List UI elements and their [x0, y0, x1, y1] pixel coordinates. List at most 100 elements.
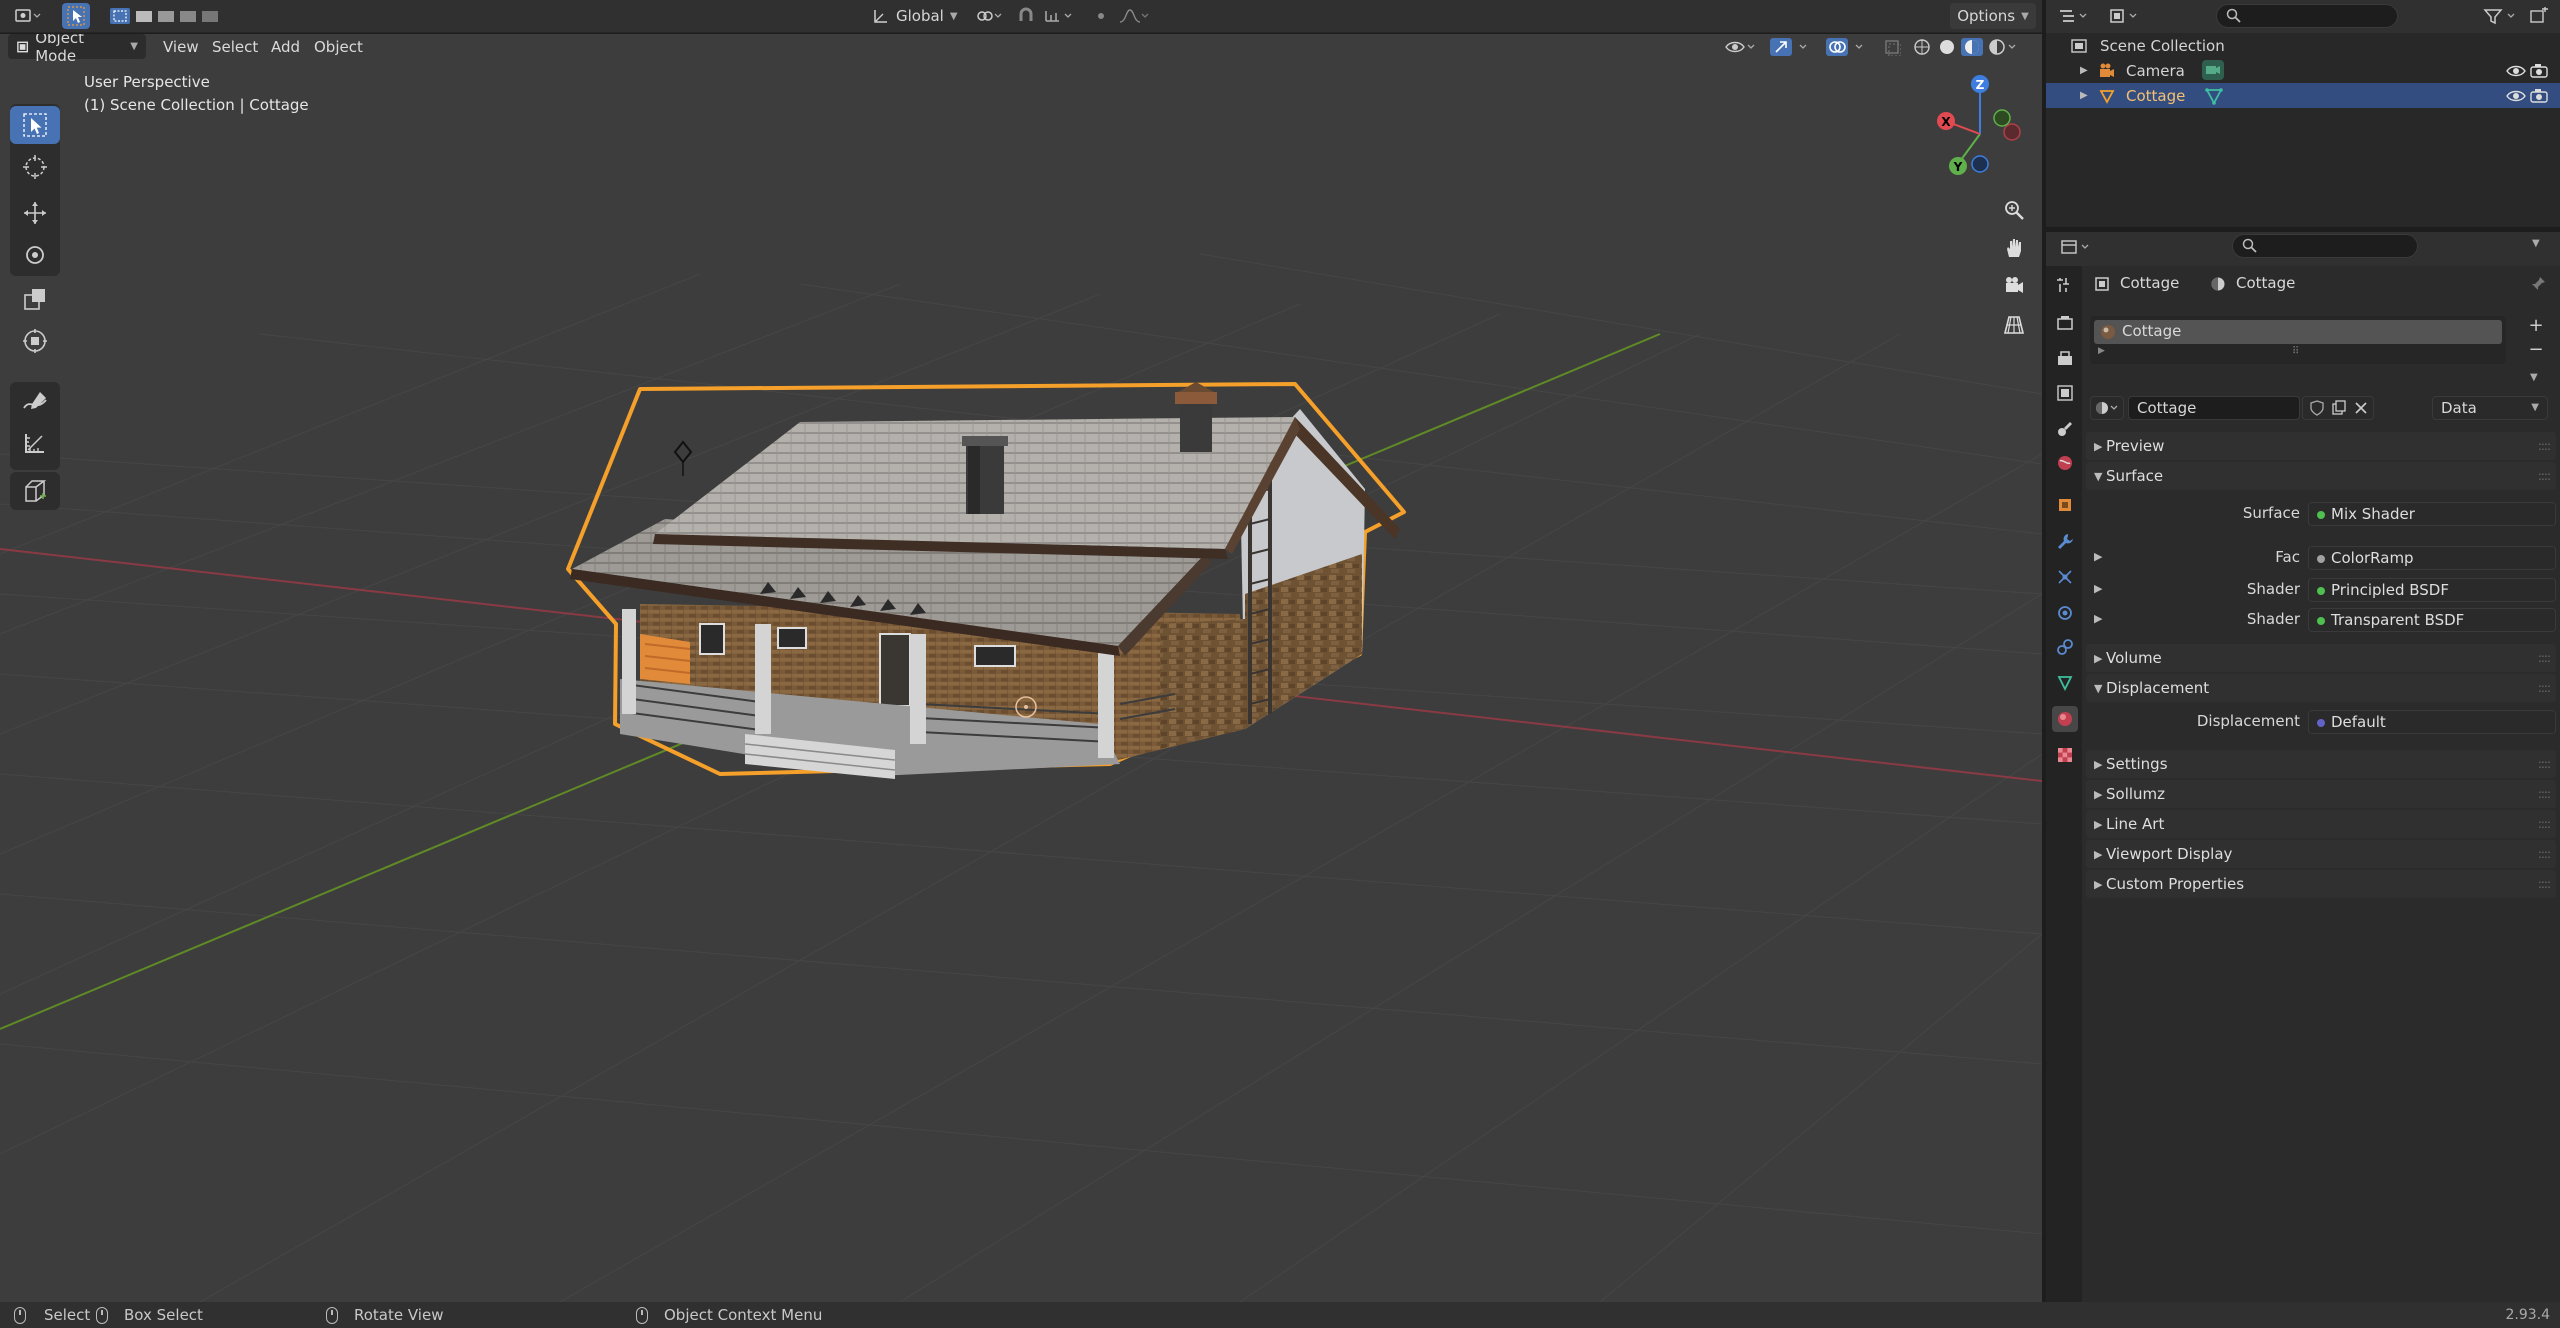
add-cube-tool[interactable] — [10, 472, 60, 510]
panel-volume[interactable]: ▶ Volume :::: — [2086, 644, 2556, 672]
navigation-gizmo[interactable]: Z Y X — [1937, 75, 2021, 175]
visibility-icon[interactable] — [1722, 34, 1758, 60]
expand-triangle-icon[interactable]: ▶ — [2094, 550, 2102, 563]
eye-icon[interactable] — [2506, 63, 2526, 79]
drag-grip-icon[interactable]: :::: — [2538, 681, 2551, 695]
transform-orientation-dropdown[interactable]: Global ▼ — [864, 3, 966, 29]
measure-tool[interactable] — [10, 424, 60, 462]
drag-grip-icon[interactable]: :::: — [2538, 651, 2551, 665]
fac-input-field[interactable]: ColorRamp — [2308, 546, 2556, 570]
outliner-row-camera[interactable]: ▶ Camera — [2046, 58, 2560, 83]
camera-data-icon[interactable] — [2202, 60, 2224, 80]
properties-editor-type-icon[interactable] — [2058, 234, 2096, 260]
render-tab-icon[interactable] — [2052, 310, 2078, 336]
drag-grip-icon[interactable]: :::: — [2538, 469, 2551, 483]
object-tab-icon[interactable] — [2052, 492, 2078, 518]
pan-hand-icon[interactable] — [1998, 232, 2030, 264]
transform-tool[interactable] — [10, 322, 60, 360]
eye-icon[interactable] — [2506, 88, 2526, 104]
surface-shader-field[interactable]: Mix Shader — [2308, 502, 2556, 526]
drag-grip-icon[interactable]: :::: — [2538, 847, 2551, 861]
expand-triangle-icon[interactable]: ▶ — [2098, 346, 2105, 356]
mesh-data-icon[interactable] — [2204, 87, 2224, 105]
move-tool[interactable] — [10, 194, 60, 232]
panel-displacement[interactable]: ▼ Displacement :::: — [2086, 674, 2556, 702]
gizmo-toggle-icon[interactable] — [1766, 34, 1816, 60]
drag-grip-icon[interactable]: :::: — [2538, 757, 2551, 771]
editor-type-button[interactable] — [8, 3, 48, 29]
slot-specials-dropdown[interactable]: ▼ — [2524, 370, 2548, 390]
material-name-field[interactable]: Cottage — [2128, 396, 2300, 420]
render-camera-icon[interactable] — [2530, 63, 2548, 79]
data-tab-icon[interactable] — [2052, 670, 2078, 696]
fake-user-shield-icon[interactable] — [2309, 400, 2325, 416]
overlays-toggle-icon[interactable] — [1822, 34, 1872, 60]
select-tool-icon[interactable] — [62, 3, 90, 29]
unlink-close-icon[interactable] — [2353, 400, 2369, 416]
output-tab-icon[interactable] — [2052, 346, 2078, 372]
remove-slot-button[interactable]: − — [2524, 340, 2548, 360]
rotate-tool[interactable] — [10, 236, 60, 274]
cursor-tool[interactable] — [10, 148, 60, 186]
snap-target-icon[interactable] — [1040, 3, 1080, 29]
panel-custom-properties[interactable]: ▶ Custom Properties :::: — [2086, 870, 2556, 898]
resize-handle-icon[interactable]: ⠿ — [2292, 346, 2299, 357]
panel-preview[interactable]: ▶ Preview :::: — [2086, 432, 2556, 460]
shader1-input-field[interactable]: Principled BSDF — [2308, 578, 2556, 602]
panel-viewport-display[interactable]: ▶ Viewport Display :::: — [2086, 840, 2556, 868]
particles-tab-icon[interactable] — [2052, 564, 2078, 590]
drag-grip-icon[interactable]: :::: — [2538, 877, 2551, 891]
menu-object[interactable]: Object — [314, 34, 363, 59]
drag-grip-icon[interactable]: :::: — [2538, 817, 2551, 831]
modifier-tab-icon[interactable] — [2052, 528, 2078, 554]
camera-view-icon[interactable] — [1998, 270, 2030, 302]
texture-tab-icon[interactable] — [2052, 742, 2078, 768]
cottage-object[interactable] — [566, 382, 1406, 779]
new-collection-icon[interactable] — [2524, 3, 2554, 29]
proportional-edit-icon[interactable] — [1090, 3, 1112, 29]
expand-triangle-icon[interactable]: ▶ — [2080, 90, 2088, 101]
zoom-icon[interactable] — [1998, 194, 2030, 226]
3d-viewport[interactable]: Z Y X Object Mode ▼ View Select Add Obje… — [0, 34, 2042, 1302]
menu-add[interactable]: Add — [271, 34, 300, 59]
panel-sollumz[interactable]: ▶ Sollumz :::: — [2086, 780, 2556, 808]
panel-line-art[interactable]: ▶ Line Art :::: — [2086, 810, 2556, 838]
physics-tab-icon[interactable] — [2052, 600, 2078, 626]
constraints-tab-icon[interactable] — [2052, 634, 2078, 660]
browse-material-button[interactable] — [2090, 396, 2124, 420]
material-tab-icon[interactable] — [2052, 706, 2078, 732]
properties-search-input[interactable] — [2232, 234, 2418, 258]
tool-tab-icon[interactable] — [2052, 272, 2078, 298]
material-slot-list[interactable]: Cottage ▶ ⠿ — [2090, 316, 2506, 364]
scene-tab-icon[interactable] — [2052, 416, 2078, 442]
falloff-icon[interactable] — [1116, 3, 1152, 29]
shading-mode-buttons[interactable] — [1910, 34, 2020, 60]
annotate-tool[interactable] — [10, 382, 60, 420]
display-mode-icon[interactable] — [2106, 3, 2144, 29]
outliner-row-scene-collection[interactable]: Scene Collection — [2046, 33, 2560, 58]
displacement-input-field[interactable]: Default — [2308, 710, 2556, 734]
viewport-scene[interactable]: Z Y X — [0, 34, 2042, 1302]
snap-toggle-icon[interactable] — [1014, 3, 1038, 29]
xray-toggle-icon[interactable] — [1880, 34, 1904, 60]
select-box-tool[interactable] — [10, 106, 60, 144]
pivot-point-icon[interactable] — [972, 3, 1008, 29]
perspective-toggle-icon[interactable] — [1998, 308, 2030, 340]
filter-icon[interactable] — [2480, 3, 2524, 29]
interaction-mode-dropdown[interactable]: Object Mode ▼ — [8, 34, 146, 65]
world-tab-icon[interactable] — [2052, 450, 2078, 476]
selection-mode-buttons[interactable] — [108, 3, 224, 29]
panel-surface[interactable]: ▼ Surface :::: — [2086, 462, 2556, 490]
expand-triangle-icon[interactable]: ▶ — [2094, 582, 2102, 595]
pin-icon[interactable] — [2530, 276, 2546, 292]
menu-view[interactable]: View — [163, 34, 199, 59]
drag-grip-icon[interactable]: :::: — [2538, 439, 2551, 453]
outliner-editor-type-icon[interactable] — [2056, 3, 2094, 29]
duplicate-icon[interactable] — [2331, 400, 2347, 416]
panel-settings[interactable]: ▶ Settings :::: — [2086, 750, 2556, 778]
scale-tool[interactable] — [10, 280, 60, 318]
outliner-search-input[interactable] — [2216, 4, 2398, 28]
view-layer-tab-icon[interactable] — [2052, 380, 2078, 406]
expand-triangle-icon[interactable]: ▶ — [2080, 65, 2088, 76]
material-slot-row[interactable]: Cottage — [2094, 320, 2502, 344]
